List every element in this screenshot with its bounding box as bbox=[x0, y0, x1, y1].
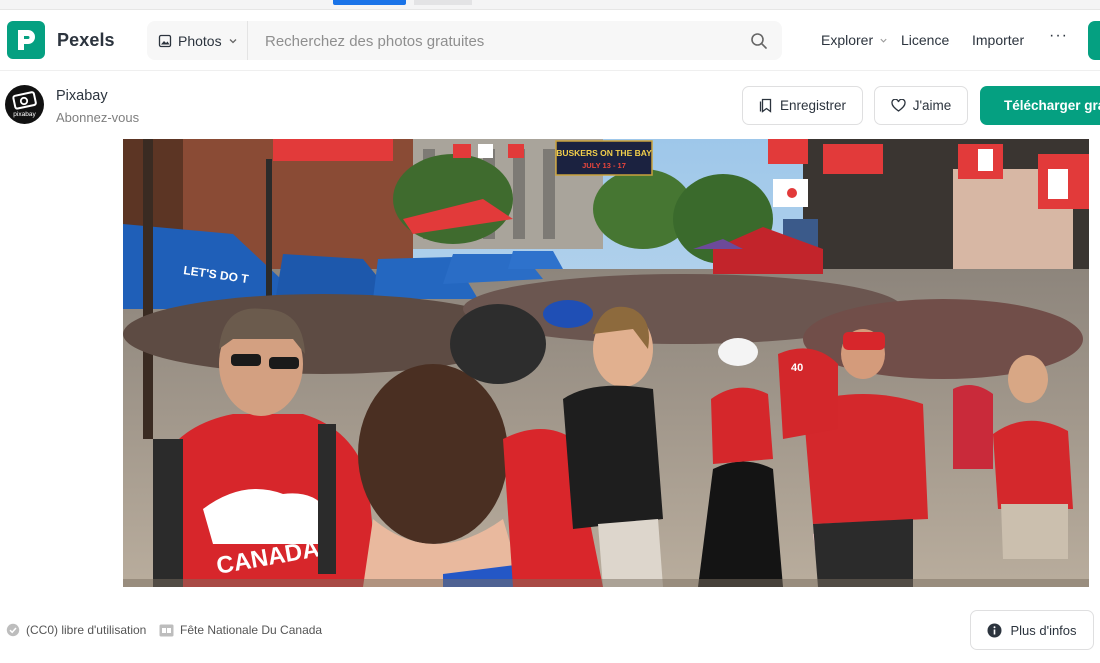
more-info-label: Plus d'infos bbox=[1010, 622, 1077, 638]
more-info-button[interactable]: Plus d'infos bbox=[970, 610, 1094, 650]
image-icon bbox=[158, 34, 172, 47]
chevron-down-icon bbox=[229, 38, 237, 43]
browser-tab-active[interactable] bbox=[333, 0, 406, 5]
browser-tab-strip bbox=[0, 0, 1100, 10]
avatar[interactable]: pixabay bbox=[5, 85, 44, 124]
info-icon bbox=[987, 623, 1002, 637]
save-button[interactable]: Enregistrer bbox=[742, 86, 863, 125]
check-circle-icon bbox=[6, 623, 20, 637]
tag-label: Fête Nationale Du Canada bbox=[180, 623, 323, 637]
site-header: Pexels Photos Explorer Licence Importer … bbox=[0, 11, 1100, 71]
banner-line2: JULY 13 - 17 bbox=[582, 161, 626, 170]
like-label: J'aime bbox=[912, 98, 952, 113]
license-label: (CC0) libre d'utilisation bbox=[26, 623, 147, 637]
search-type-label: Photos bbox=[178, 32, 222, 49]
follow-link[interactable]: Abonnez-vous bbox=[56, 110, 139, 125]
nav-explore[interactable]: Explorer bbox=[821, 32, 888, 48]
brand-name[interactable]: Pexels bbox=[57, 30, 115, 51]
more-menu-icon[interactable]: ··· bbox=[1049, 27, 1068, 45]
like-button[interactable]: J'aime bbox=[874, 86, 968, 125]
collection-icon bbox=[759, 98, 772, 113]
heart-icon bbox=[891, 99, 906, 112]
search-bar: Photos bbox=[147, 21, 782, 60]
nav-license[interactable]: Licence bbox=[901, 32, 949, 48]
download-button[interactable]: Télécharger gratuitement bbox=[980, 86, 1100, 125]
save-label: Enregistrer bbox=[779, 98, 847, 113]
tag-icon bbox=[159, 624, 174, 636]
main-photo[interactable]: LET'S DO T BUSKERS ON THE BAY JULY 13 - … bbox=[123, 139, 1089, 587]
nav-upload[interactable]: Importer bbox=[972, 32, 1024, 48]
avatar-text: pixabay bbox=[13, 111, 36, 118]
tag-info[interactable]: Fête Nationale Du Canada bbox=[159, 623, 322, 637]
pexels-logo-icon[interactable] bbox=[7, 21, 45, 59]
join-button[interactable] bbox=[1088, 21, 1100, 60]
license-info[interactable]: (CC0) libre d'utilisation bbox=[6, 623, 146, 637]
search-type-dropdown[interactable]: Photos bbox=[147, 21, 248, 60]
chevron-down-icon bbox=[880, 38, 887, 43]
browser-tab[interactable] bbox=[414, 0, 472, 5]
shirt-number: 40 bbox=[791, 362, 803, 374]
search-icon[interactable] bbox=[750, 32, 768, 50]
nav-explore-label: Explorer bbox=[821, 32, 874, 48]
banner-line1: BUSKERS ON THE BAY bbox=[556, 148, 652, 158]
search-input[interactable] bbox=[265, 30, 735, 52]
author-name[interactable]: Pixabay bbox=[56, 88, 108, 104]
